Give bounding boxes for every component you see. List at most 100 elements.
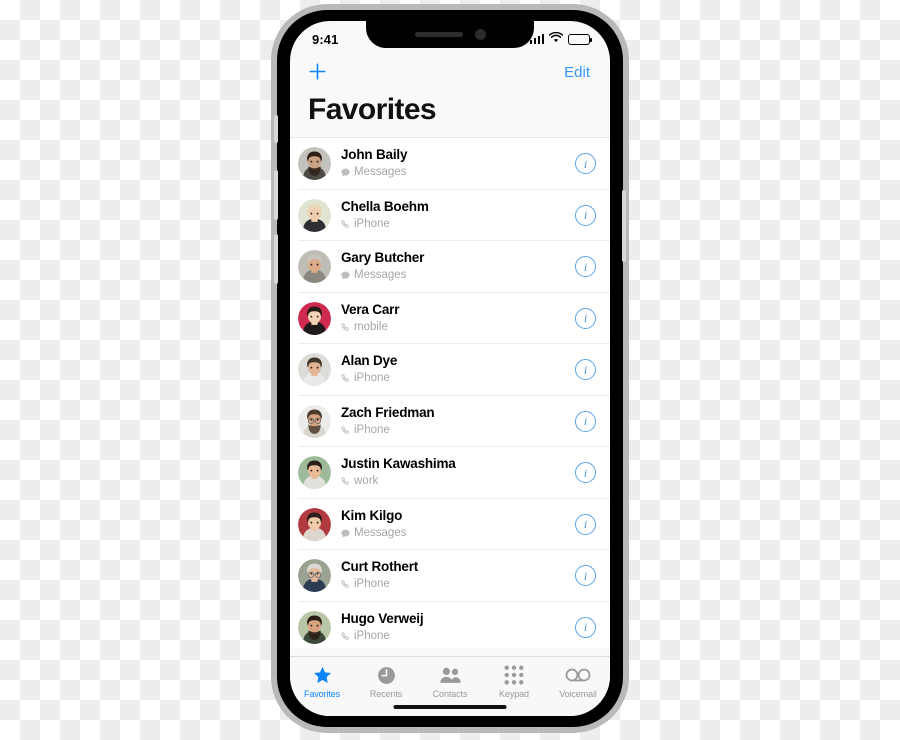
phone-handset-icon [341,477,350,486]
contact-subtitle-label: Messages [354,269,407,282]
contact-name: Hugo Verweij [341,610,424,626]
page-title: Favorites [308,93,437,126]
tab-keypad[interactable]: Keypad [482,664,546,699]
volume-down-button[interactable] [274,234,278,284]
phone-handset-icon [341,425,350,435]
avatar-justin-kawashima [298,456,331,490]
info-circle-icon[interactable]: i [575,256,596,278]
clock-icon [376,664,397,686]
speaker-grille-icon [414,32,463,37]
contact-subtitle: Messages [341,165,575,180]
nav-bar: Edit [290,53,610,91]
volume-up-button[interactable] [274,170,278,220]
tab-contacts[interactable]: Contacts [418,664,482,699]
phone-handset-icon [341,580,350,589]
contact-name: Zach Friedman [341,404,435,420]
info-circle-icon[interactable]: i [575,307,596,329]
contact-subtitle-label: iPhone [354,372,390,385]
avatar [298,507,331,541]
contact-subtitle-label: iPhone [354,578,390,591]
info-circle-icon[interactable]: i [575,153,596,175]
contact-name: Vera Carr [341,301,400,317]
message-bubble-icon [341,168,350,177]
info-circle-icon[interactable]: i [575,410,596,432]
info-circle-icon[interactable]: i [575,204,596,226]
avatar-curt-rothert [298,559,331,593]
phone-handset-icon [341,631,350,641]
avatar-zach-friedman [298,404,331,438]
avatar [298,559,331,593]
phone-handset-icon [341,219,350,229]
contact-row[interactable]: Gary Butcher Messages i [290,241,610,293]
contact-name: John Baily [341,147,408,163]
avatar [298,353,331,387]
contact-subtitle: Messages [341,526,575,541]
avatar-chella-boehm [298,198,331,232]
power-button[interactable] [622,190,626,262]
contact-row[interactable]: Curt Rothert iPhone i [290,550,610,602]
contact-row[interactable]: Vera Carr mobile i [290,293,610,345]
tab-favorites[interactable]: Favorites [290,664,354,699]
contact-name: Gary Butcher [341,250,425,266]
info-circle-icon[interactable]: i [575,565,596,587]
contact-subtitle: Messages [341,268,575,283]
contact-row[interactable]: Justin Kawashima work i [290,447,610,499]
front-camera-icon [474,29,486,40]
voicemail-icon [565,668,591,682]
info-circle-icon[interactable]: i [575,359,596,381]
favorites-list[interactable]: John Baily Messages i Chella Boehm iPhon… [290,137,610,648]
avatar-alan-dye [298,353,331,387]
contact-row[interactable]: Chella Boehm iPhone i [290,190,610,242]
info-circle-icon[interactable]: i [575,616,596,638]
avatar [298,147,331,181]
contact-row[interactable]: Kim Kilgo Messages i [290,499,610,551]
tab-label: Recents [369,689,403,699]
contact-text: Gary Butcher Messages [341,250,575,283]
tab-label: Keypad [499,689,529,699]
contact-name: Justin Kawashima [341,456,456,472]
tab-label: Voicemail [559,689,597,699]
keypad-icon [504,664,524,686]
star-icon [312,664,333,686]
contact-subtitle-label: Messages [354,526,407,539]
tab-recents[interactable]: Recents [354,664,418,699]
tab-voicemail[interactable]: Voicemail [546,664,610,699]
phone-frame: 9:41 Edit Favorites John Baily Messages … [271,4,629,733]
people-icon [439,667,461,683]
avatar [298,610,331,644]
avatar-hugo-verweij [298,610,331,644]
contact-name: Alan Dye [341,353,398,369]
contact-text: Vera Carr mobile [341,302,575,335]
clock-icon [377,666,395,684]
info-circle-icon[interactable]: i [575,513,596,535]
contact-row[interactable]: Zach Friedman iPhone i [290,396,610,448]
edit-button[interactable]: Edit [564,64,590,81]
info-circle-icon[interactable]: i [575,462,596,484]
add-favorite-button[interactable] [308,59,327,85]
contact-text: Hugo Verweij iPhone [341,611,575,644]
contact-row[interactable]: Alan Dye iPhone i [290,344,610,396]
avatar [298,250,331,284]
phone-screen: 9:41 Edit Favorites John Baily Messages … [290,21,610,716]
plus-icon [309,63,326,80]
contact-text: Curt Rothert iPhone [341,559,575,592]
phone-handset-icon [341,322,350,332]
keypad-icon [504,665,524,685]
contact-row[interactable]: Hugo Verweij iPhone i [290,602,610,649]
avatar-gary-butcher [298,250,331,284]
contact-subtitle: mobile [341,320,575,335]
contact-row[interactable]: John Baily Messages i [290,138,610,190]
silent-switch-button[interactable] [274,115,278,143]
contact-subtitle: iPhone [341,371,575,386]
avatar-vera-carr [298,301,331,335]
message-bubble-icon [341,271,350,280]
contact-text: Kim Kilgo Messages [341,508,575,541]
home-indicator[interactable] [393,705,507,709]
contact-subtitle: iPhone [341,629,575,644]
avatar [298,198,331,232]
contact-subtitle-label: iPhone [354,423,390,436]
contact-subtitle-label: iPhone [354,629,390,642]
contact-text: John Baily Messages [341,147,575,180]
contact-name: Chella Boehm [341,198,429,214]
avatar-john-baily [298,147,331,181]
